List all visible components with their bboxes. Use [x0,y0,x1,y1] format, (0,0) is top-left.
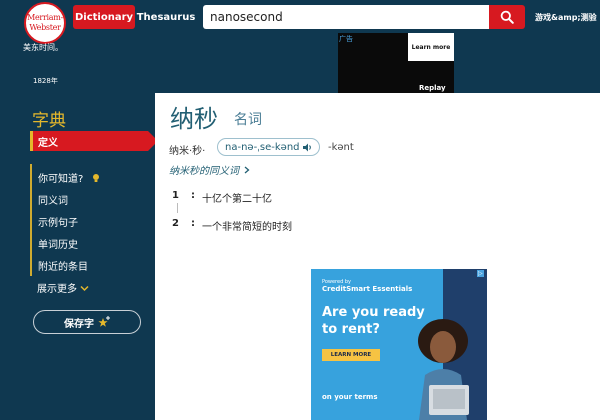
top-advertisement[interactable]: 广告 Learn more Replay [338,33,454,93]
save-word-label: 保存字 [64,318,94,330]
part-of-speech[interactable]: 名词 [234,109,262,129]
sidebar-active-marker [30,131,33,151]
logo-subtitle: 美东时间。 [23,43,63,52]
pronunciation-text: na-nə-ˌse-kənd [225,141,300,153]
ad-learn-more-button[interactable]: Learn more [408,33,454,61]
ad-replay-button[interactable]: Replay [419,84,446,92]
speaker-icon [302,143,311,151]
search-button[interactable] [489,5,525,29]
ad-footer-text: on your terms [322,393,378,401]
chevron-right-icon [244,166,250,174]
headword: 纳秒 [170,105,218,133]
definition-divider [177,203,178,213]
search-input[interactable] [203,5,489,29]
games-quizzes-link[interactable]: 游戏&amp;测验 [535,12,597,23]
dictionary-tab[interactable]: Dictionary [73,5,135,29]
sidebar-item-definition[interactable]: 定义 [30,131,148,151]
definition-text: 十亿个第二十亿 [202,194,272,205]
synonyms-link[interactable]: 纳米秒的同义词 [169,162,250,177]
chevron-down-icon [80,285,89,292]
syllables: 纳米·秒· [169,146,206,157]
person-with-laptop-image [418,319,469,420]
ad-label: 广告 [339,35,353,43]
established-year: 1828年 [33,77,58,85]
save-word-button[interactable]: 保存字 [33,310,141,334]
ad-brand: CreditSmart Essentials [322,285,413,293]
ad-choices-icon[interactable]: ▷ [477,270,484,277]
thesaurus-tab[interactable]: Thesaurus [137,5,196,29]
sidebar-item-word-history[interactable]: 单词历史 [38,236,78,251]
ad-learn-more-button[interactable]: LEARN MORE [322,349,380,361]
synonyms-link-label: 纳米秒的同义词 [169,166,239,177]
pronunciation-variant: -kənt [328,142,354,153]
sidebar-nav: 字典 定义 你可知道? 同义词 示例句子 单词历史 附近的条目 展示更多 保存字 [0,93,158,420]
show-more-label: 展示更多 [37,284,77,295]
sidebar-rule [30,164,32,276]
merriam-webster-logo[interactable]: Merriam- Webster [24,2,66,44]
show-more-button[interactable]: 展示更多 [37,280,89,295]
definition-text: 一个非常简短的时刻 [202,222,292,233]
sidebar-title: 字典 [32,111,66,131]
sidebar-item-synonyms[interactable]: 同义词 [38,192,68,207]
sidebar-item-example-sentences[interactable]: 示例句子 [38,214,78,229]
bottom-advertisement[interactable]: Powered by CreditSmart Essentials Are yo… [311,269,487,420]
definition-number: 2 [172,218,179,229]
definition-number: 1 [172,190,179,201]
sidebar-active-label: 定义 [38,138,58,149]
sidebar-item-did-you-know[interactable]: 你可知道? [38,170,101,185]
logo-text-line2: Webster [29,23,61,32]
definition-colon: : [191,190,195,201]
star-plus-icon [98,315,110,327]
search-icon [500,10,514,24]
lightbulb-icon [92,174,99,182]
site-header: Merriam- Webster 美东时间。 1828年 Dictionary … [0,0,600,93]
definition-colon: : [191,218,195,229]
pronunciation-button[interactable]: na-nə-ˌse-kənd [217,138,320,156]
sidebar-item-nearby-entries[interactable]: 附近的条目 [38,258,88,273]
sidebar-item-label: 你可知道? [38,174,84,185]
logo-text-line1: Merriam- [27,13,63,22]
